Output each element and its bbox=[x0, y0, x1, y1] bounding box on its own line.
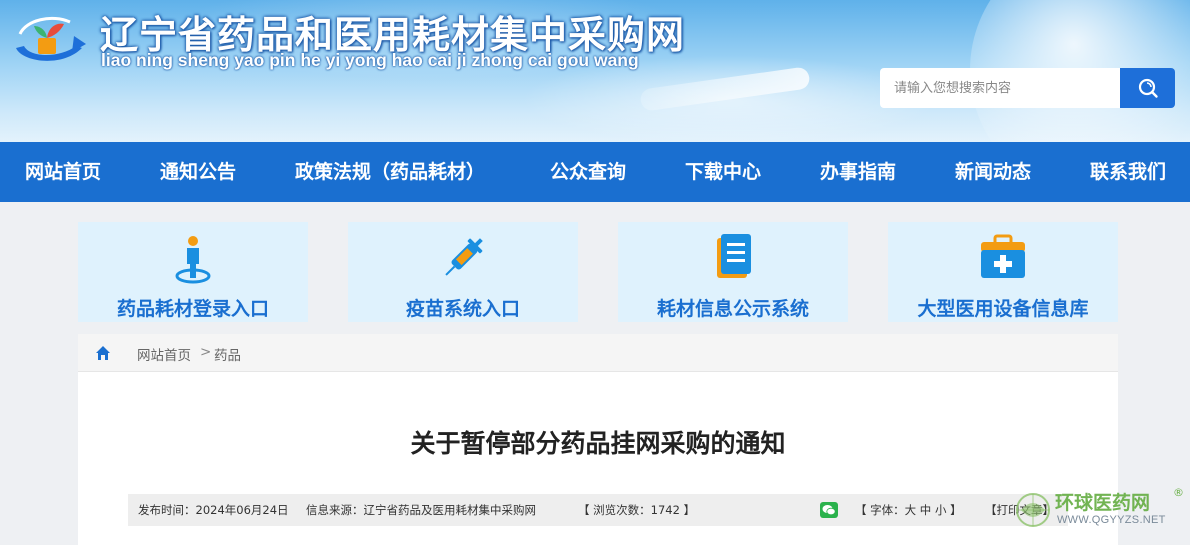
home-icon[interactable] bbox=[95, 345, 111, 361]
syringe-icon bbox=[445, 238, 483, 276]
nav-item-guide[interactable]: 办事指南 bbox=[820, 142, 896, 202]
watermark-registered-mark: ® bbox=[1173, 486, 1184, 499]
medical-kit-icon bbox=[981, 234, 1025, 278]
site-pinyin: liao ning sheng yao pin he yi yong hao c… bbox=[101, 50, 639, 70]
card-drug-consumables-login[interactable]: 药品耗材登录入口 bbox=[78, 222, 308, 322]
breadcrumb: 网站首页 > 药品 bbox=[78, 334, 1118, 372]
nav-item-home[interactable]: 网站首页 bbox=[25, 142, 101, 202]
view-count: 【 浏览次数：1742 】 bbox=[578, 503, 696, 517]
watermark: 环球医药网 ® WWW.QGYYZS.NET bbox=[1013, 486, 1184, 533]
search-icon bbox=[1138, 78, 1158, 98]
person-pin-icon bbox=[175, 236, 211, 284]
nav-item-public-query[interactable]: 公众查询 bbox=[550, 142, 626, 202]
nav-item-downloads[interactable]: 下载中心 bbox=[685, 142, 761, 202]
card-consumables-info[interactable]: 耗材信息公示系统 bbox=[618, 222, 848, 322]
nav-item-contact[interactable]: 联系我们 bbox=[1090, 142, 1166, 202]
font-size-selector[interactable]: 【 字体：大 中 小 】 bbox=[855, 502, 962, 518]
publish-time: 发布时间：2024年06月24日 bbox=[138, 503, 289, 517]
globe-leaf-watermark-icon bbox=[1016, 493, 1050, 527]
nav-item-news[interactable]: 新闻动态 bbox=[955, 142, 1031, 202]
wechat-share-icon[interactable] bbox=[820, 502, 838, 518]
card-medical-equipment[interactable]: 大型医用设备信息库 bbox=[888, 222, 1118, 322]
article-meta-bar: 发布时间：2024年06月24日 信息来源：辽宁省药品及医用耗材集中采购网 【 … bbox=[128, 494, 1068, 526]
info-source: 信息来源：辽宁省药品及医用耗材集中采购网 bbox=[306, 503, 536, 517]
article-panel: 网站首页 > 药品 关于暂停部分药品挂网采购的通知 发布时间：2024年06月2… bbox=[78, 334, 1118, 545]
card-label: 大型医用设备信息库 bbox=[917, 298, 1089, 320]
plant-arrow-logo-icon[interactable] bbox=[12, 14, 88, 66]
breadcrumb-separator: > bbox=[200, 344, 212, 360]
document-list-icon bbox=[717, 234, 751, 278]
nav-item-policies[interactable]: 政策法规（药品耗材） bbox=[295, 142, 485, 202]
search-button[interactable] bbox=[1120, 68, 1175, 108]
nav-item-notices[interactable]: 通知公告 bbox=[160, 142, 236, 202]
breadcrumb-current[interactable]: 药品 bbox=[214, 344, 241, 364]
search-box bbox=[880, 68, 1175, 108]
watermark-name: 环球医药网 bbox=[1055, 492, 1151, 514]
card-label: 耗材信息公示系统 bbox=[656, 298, 809, 320]
breadcrumb-home-link[interactable]: 网站首页 bbox=[137, 344, 191, 364]
card-label: 疫苗系统入口 bbox=[405, 298, 520, 320]
watermark-url: WWW.QGYYZS.NET bbox=[1057, 514, 1166, 526]
card-label: 药品耗材登录入口 bbox=[116, 298, 269, 320]
article-title: 关于暂停部分药品挂网采购的通知 bbox=[410, 429, 786, 458]
site-header: 辽宁省药品和医用耗材集中采购网 liao ning sheng yao pin … bbox=[0, 0, 1190, 142]
main-nav: 网站首页 通知公告 政策法规（药品耗材） 公众查询 下载中心 办事指南 新闻动态… bbox=[0, 142, 1190, 202]
card-vaccine-system[interactable]: 疫苗系统入口 bbox=[348, 222, 578, 322]
search-input[interactable] bbox=[880, 68, 1120, 108]
